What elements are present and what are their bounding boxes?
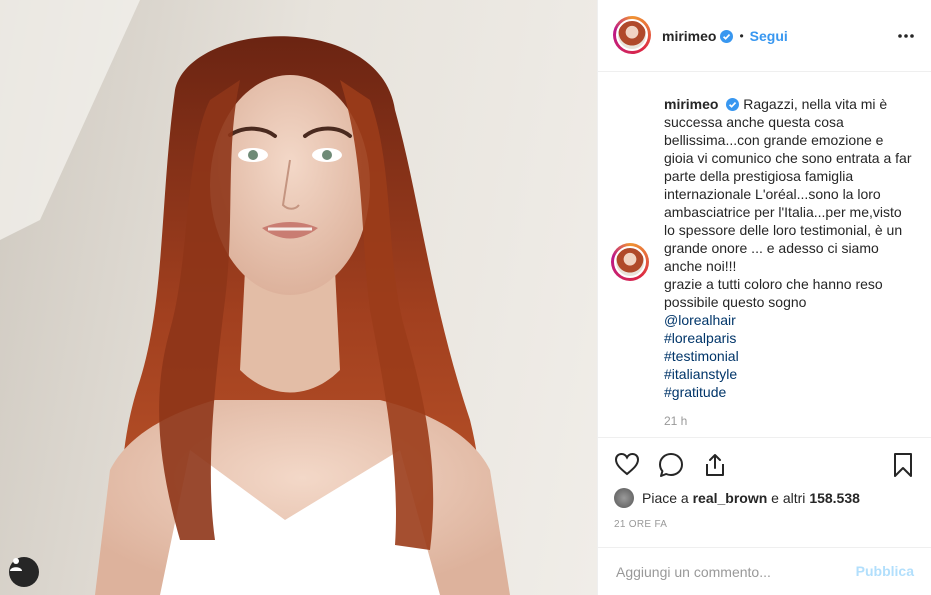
heart-icon[interactable] xyxy=(614,452,640,476)
user-tags-button[interactable] xyxy=(9,557,39,587)
publish-button[interactable]: Pubblica xyxy=(856,563,914,579)
portrait-illustration xyxy=(0,0,510,595)
likes-count[interactable]: 158.538 xyxy=(809,490,860,506)
share-icon[interactable] xyxy=(703,452,727,478)
author-avatar[interactable] xyxy=(613,16,651,54)
comment-bar: Pubblica xyxy=(598,547,931,595)
user-tags-icon xyxy=(10,558,22,571)
post-timestamp: 21 ORE FA xyxy=(614,519,668,530)
tag-link[interactable]: #testimonial xyxy=(664,347,914,365)
verified-badge-icon xyxy=(726,98,740,111)
post-photo[interactable] xyxy=(0,0,597,595)
caption-timestamp[interactable]: 21 h xyxy=(664,414,687,428)
likes-prefix: Piace a xyxy=(642,490,693,506)
post-caption: mirimeo Ragazzi, nella vita mi è success… xyxy=(664,95,914,401)
author-username[interactable]: mirimeo xyxy=(662,28,716,44)
caption-tags: @lorealhair #lorealparis #testimonial #i… xyxy=(664,311,914,401)
bookmark-icon[interactable] xyxy=(891,452,915,478)
comment-input[interactable] xyxy=(614,560,848,584)
post-details-panel: mirimeo • Segui mirimeo Ragazzi, nella v… xyxy=(597,0,931,595)
likes-middle: e altri xyxy=(767,490,810,506)
likes-user[interactable]: real_brown xyxy=(693,490,768,506)
caption-author-avatar[interactable] xyxy=(611,243,649,281)
liker-avatar xyxy=(614,488,634,508)
tag-link[interactable]: #lorealparis xyxy=(664,329,914,347)
tag-link[interactable]: @lorealhair xyxy=(664,311,914,329)
more-options-icon[interactable] xyxy=(897,24,915,48)
comment-bubble-icon[interactable] xyxy=(658,452,684,478)
caption-text: Ragazzi, nella vita mi è successa anche … xyxy=(664,96,912,310)
tag-link[interactable]: #gratitude xyxy=(664,383,914,401)
tag-link[interactable]: #italianstyle xyxy=(664,365,914,383)
caption-username[interactable]: mirimeo xyxy=(664,96,718,112)
verified-badge-icon xyxy=(720,29,734,43)
post-header: mirimeo • Segui xyxy=(598,0,931,72)
separator-dot: • xyxy=(739,29,744,43)
follow-button[interactable]: Segui xyxy=(750,28,788,44)
likes-summary[interactable]: Piace a real_brown e altri 158.538 xyxy=(614,488,860,508)
